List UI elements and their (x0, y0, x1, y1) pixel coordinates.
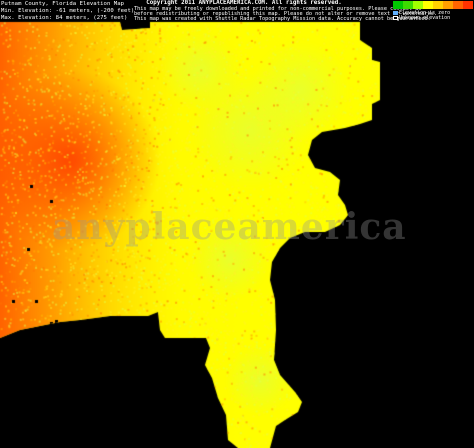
legend-unknown-item: Unknown elevation (393, 15, 450, 21)
zero-swatch-icon (393, 10, 398, 15)
unknown-swatch-icon (393, 15, 398, 20)
min-elevation-label: Min. Elevation: -61 meters, (-200 feet) (1, 8, 135, 14)
scale-swatch-6 (453, 1, 463, 9)
scale-swatch-7 (463, 1, 473, 9)
scale-swatch-1 (403, 1, 413, 9)
scale-swatch-0 (393, 1, 403, 9)
watermark-text: anyplaceamerica (52, 206, 407, 248)
max-elevation-label: Max. Elevation: 84 meters, (275 feet) (1, 15, 128, 21)
scale-swatch-2 (413, 1, 423, 9)
elevation-color-scale (393, 1, 473, 9)
map-title: Putnam County, Florida Elevation Map (1, 1, 125, 7)
scale-swatch-3 (423, 1, 433, 9)
legend-unknown-label: Unknown elevation (399, 15, 451, 21)
scale-swatch-5 (443, 1, 453, 9)
notice-line-4: This map was created with Shuttle Radar … (134, 16, 431, 22)
scale-swatch-4 (433, 1, 443, 9)
